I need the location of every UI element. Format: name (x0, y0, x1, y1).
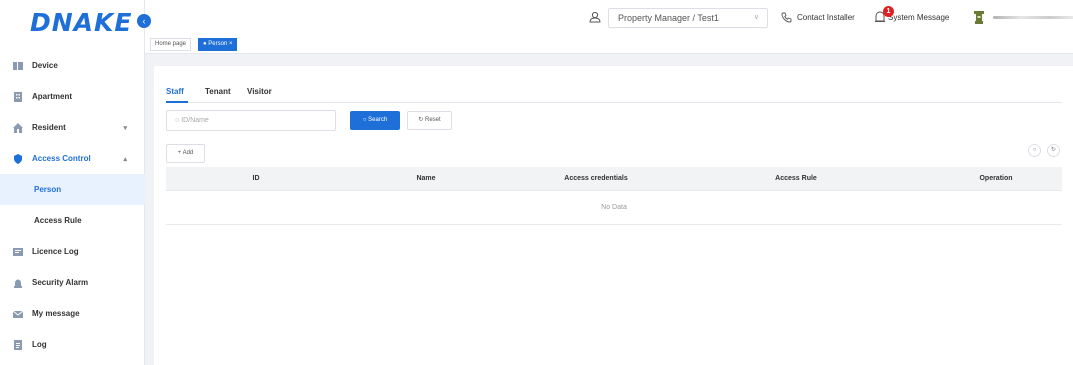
mail-icon (12, 309, 24, 319)
collapse-sidebar-button[interactable]: ‹ (137, 14, 151, 28)
alarm-icon (13, 278, 23, 288)
sidebar-item-label: Log (32, 340, 47, 349)
sidebar-item-label: My message (32, 309, 80, 318)
user-name-redacted (993, 15, 1073, 19)
home-icon (13, 122, 23, 133)
column-name: Name (416, 175, 436, 182)
sidebar-menu: Device Apartment Resident ▾ Access Contr… (0, 50, 145, 360)
phone-icon (781, 12, 792, 23)
shield-icon (13, 153, 23, 164)
refresh-icon[interactable]: ↻ (1047, 144, 1060, 157)
sidebar-item-label: Access Control (32, 154, 91, 163)
top-header: Property Manager / Test1 ∨ Contact Insta… (145, 0, 1073, 34)
log-icon (13, 339, 23, 350)
sidebar-item-apartment[interactable]: Apartment (0, 81, 145, 112)
sidebar-item-label: Security Alarm (32, 278, 89, 287)
device-icon (13, 61, 23, 71)
avatar-icon (973, 10, 985, 24)
sidebar-item-label: Resident (32, 123, 66, 132)
bell-icon: 1 (873, 6, 894, 24)
table-header: ID Name Access credentials Access Rule O… (166, 167, 1062, 191)
system-message-button[interactable]: 1 System Message (873, 0, 949, 34)
sidebar-item-label: Licence Log (32, 247, 79, 256)
sidebar-item-device[interactable]: Device (0, 50, 145, 81)
contact-installer-label: Contact Installer (797, 12, 855, 22)
search-button[interactable]: ○ Search (350, 111, 400, 130)
column-id: ID (252, 175, 260, 182)
chevron-down-icon: ▾ (123, 125, 127, 132)
user-avatar[interactable] (973, 0, 1073, 34)
sidebar-item-access-control[interactable]: Access Control ▴ (0, 143, 145, 174)
sidebar-item-access-rule[interactable]: Access Rule (0, 205, 145, 236)
tab-divider (166, 102, 1062, 103)
reset-button[interactable]: ↻ Reset (407, 111, 452, 130)
role-select[interactable]: Property Manager / Test1 ∨ (608, 8, 768, 28)
add-button[interactable]: + Add (166, 144, 205, 163)
sidebar-item-label: Access Rule (34, 216, 82, 225)
sidebar-item-label: Device (32, 61, 58, 70)
logo: DNAKE (0, 0, 144, 44)
sidebar-item-security-alarm[interactable]: Security Alarm (0, 267, 145, 298)
chevron-down-icon: ∨ (753, 14, 759, 21)
sidebar: DNAKE Device Apartment Resident ▾ Access… (0, 0, 145, 365)
chevron-up-icon: ▴ (123, 156, 127, 163)
notification-badge: 1 (883, 6, 894, 17)
reset-button-label: Reset (425, 117, 441, 123)
user-icon (589, 0, 601, 34)
licence-icon (13, 247, 23, 257)
brand-logo: DNAKE (30, 7, 133, 37)
sidebar-item-label: Apartment (32, 92, 73, 101)
app: DNAKE Device Apartment Resident ▾ Access… (0, 0, 1073, 365)
column-access-credentials: Access credentials (564, 175, 628, 182)
sidebar-item-licence-log[interactable]: Licence Log (0, 236, 145, 267)
sidebar-item-person[interactable]: Person (0, 174, 145, 205)
sidebar-item-my-message[interactable]: My message (0, 298, 145, 329)
column-access-rule: Access Rule (775, 175, 817, 182)
tab-person[interactable]: ● Person × (198, 38, 238, 51)
page-tabs-bar: Home page ● Person × (145, 34, 1073, 54)
search-button-label: Search (368, 117, 388, 123)
tab-staff[interactable]: Staff (166, 87, 184, 96)
empty-table-message: No Data (166, 191, 1062, 225)
system-message-label: System Message (888, 12, 950, 22)
sidebar-item-log[interactable]: Log (0, 329, 145, 360)
person-card: Staff Tenant Visitor ○ ID/Name ○ Search … (154, 66, 1073, 365)
contact-installer-button[interactable]: Contact Installer (781, 0, 855, 34)
tab-tenant[interactable]: Tenant (205, 87, 231, 96)
role-select-value: Property Manager / Test1 (618, 13, 719, 23)
main-content: Staff Tenant Visitor ○ ID/Name ○ Search … (145, 54, 1073, 365)
refresh-icon: ↻ (418, 117, 425, 123)
sidebar-item-label: Person (34, 185, 62, 194)
active-tab-indicator (166, 101, 188, 103)
search-placeholder: ID/Name (181, 117, 209, 124)
search-toggle-icon[interactable]: ○ (1028, 144, 1041, 157)
search-input[interactable]: ○ ID/Name (166, 110, 336, 131)
sidebar-item-resident[interactable]: Resident ▾ (0, 112, 145, 143)
tab-visitor[interactable]: Visitor (247, 87, 272, 96)
column-operation: Operation (979, 175, 1013, 182)
building-icon (13, 91, 23, 102)
tab-home-page[interactable]: Home page (150, 38, 192, 51)
